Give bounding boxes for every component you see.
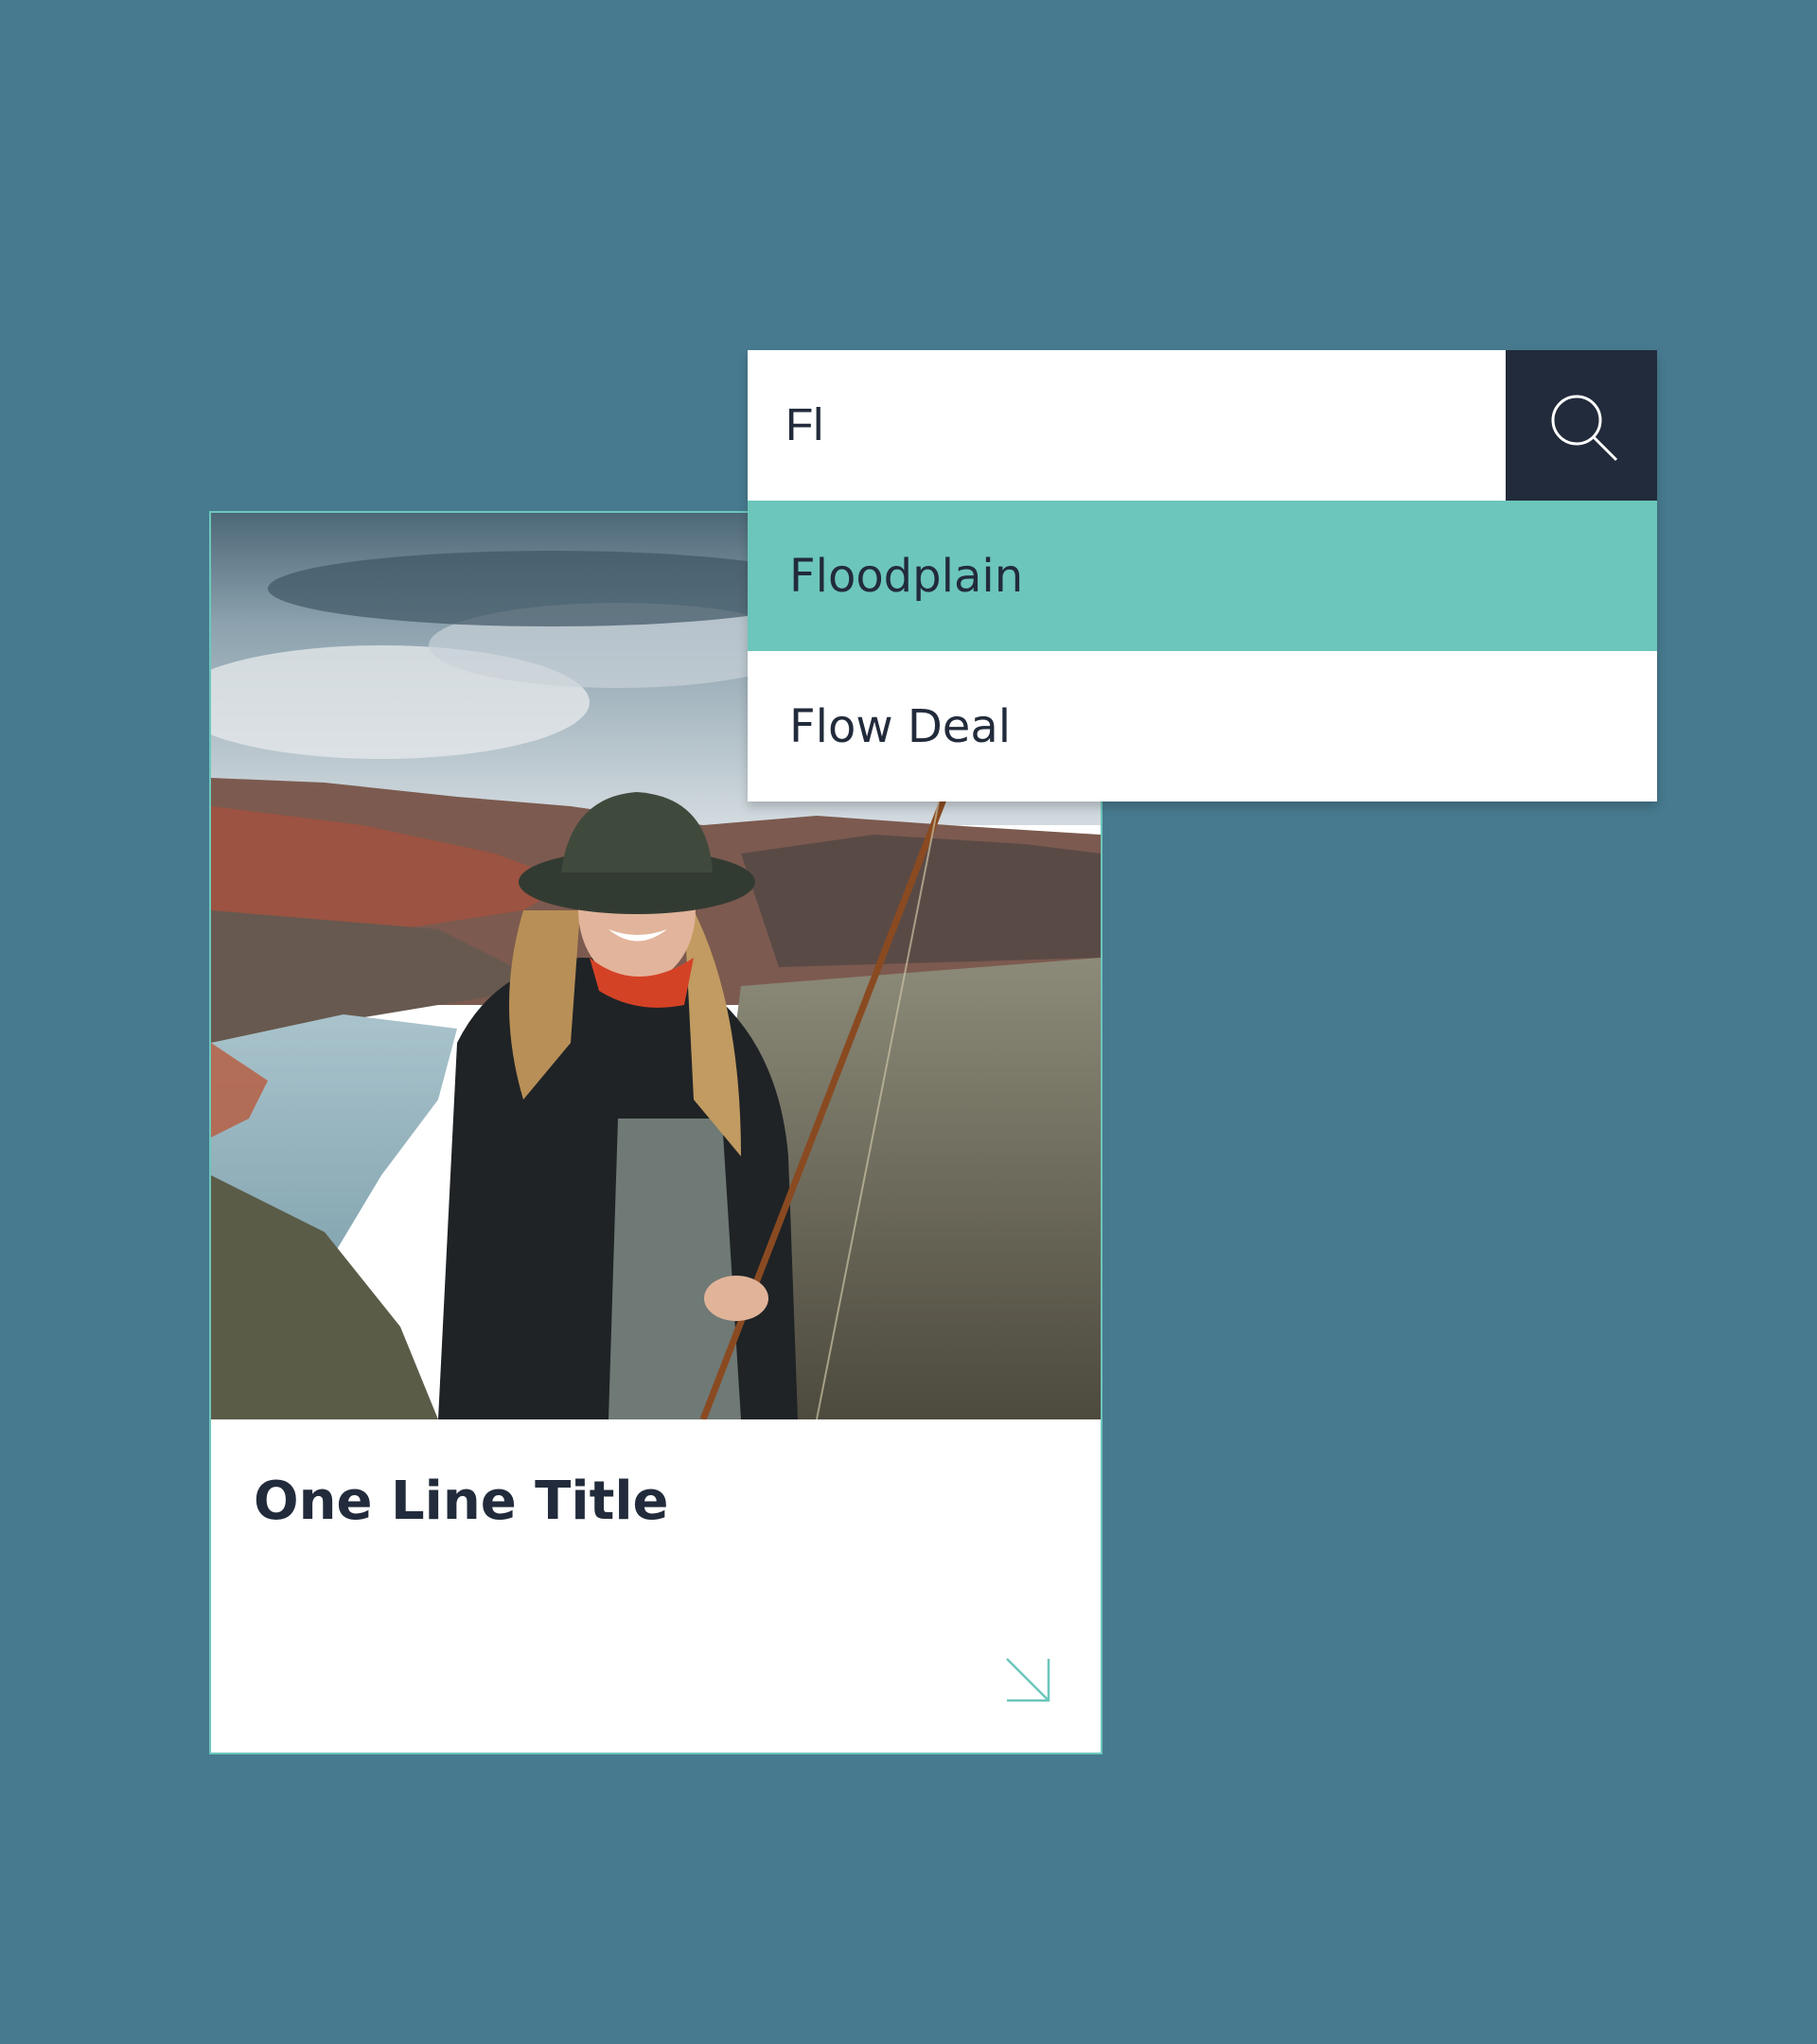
search-icon <box>1551 395 1618 462</box>
suggestion-label: Floodplain <box>789 549 1024 603</box>
search-bar <box>748 350 1657 501</box>
search-button[interactable] <box>1506 350 1657 501</box>
suggestion-item-floodplain[interactable]: Floodplain <box>748 501 1657 651</box>
suggestion-label: Flow Deal <box>789 699 1012 753</box>
suggestion-item-flow-deal[interactable]: Flow Deal <box>748 651 1657 802</box>
suggestion-list: Floodplain Flow Deal <box>748 501 1657 802</box>
card-title: One Line Title <box>254 1471 669 1532</box>
arrow-down-right-icon[interactable] <box>1004 1656 1053 1705</box>
search-widget: Floodplain Flow Deal <box>748 350 1657 802</box>
search-input[interactable] <box>748 350 1506 501</box>
